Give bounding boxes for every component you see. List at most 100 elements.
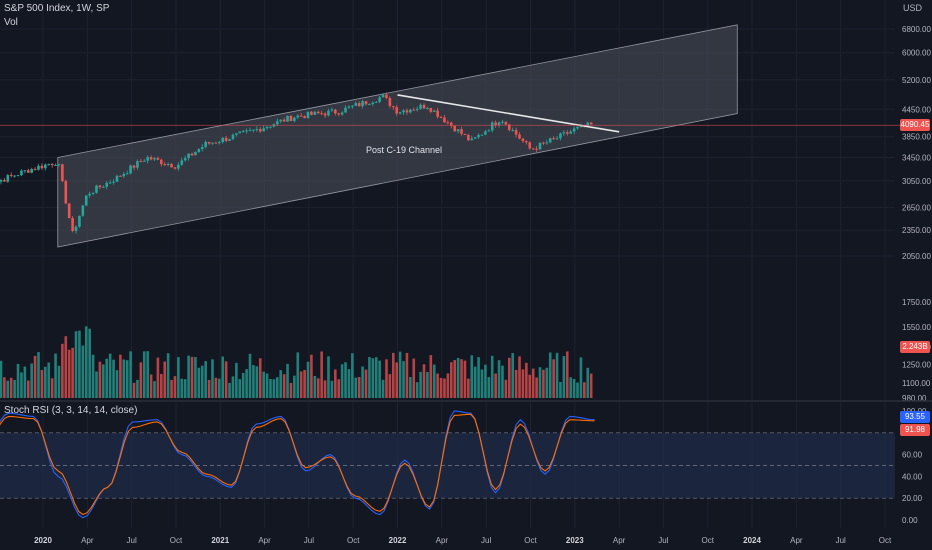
volume-bar xyxy=(40,369,44,398)
volume-bar xyxy=(576,382,579,398)
stoch-tick-label: 0.00 xyxy=(902,516,918,525)
candle-body xyxy=(204,141,207,147)
time-tick-label: Apr xyxy=(81,536,94,545)
volume-bar xyxy=(371,358,375,398)
volume-bars xyxy=(0,326,593,398)
volume-bar xyxy=(538,367,542,398)
volume-bar xyxy=(197,367,201,398)
candle-body xyxy=(456,129,460,132)
volume-bar xyxy=(132,382,136,398)
volume-bar xyxy=(262,371,265,398)
volume-bar xyxy=(449,362,453,398)
time-tick-label: Jul xyxy=(481,536,491,545)
candle-body xyxy=(548,138,552,143)
volume-bar xyxy=(398,351,402,398)
candle-body xyxy=(112,181,115,183)
volume-bar xyxy=(9,377,13,398)
candle-body xyxy=(480,134,484,136)
time-tick-label: Apr xyxy=(436,536,449,545)
volume-bar xyxy=(330,380,334,398)
volume-bar xyxy=(13,379,16,398)
volume-bar xyxy=(569,377,572,398)
candle-body xyxy=(313,111,317,115)
candle-body xyxy=(381,94,385,98)
volume-bar xyxy=(565,351,569,398)
candle-body xyxy=(23,170,27,172)
candle-body xyxy=(74,226,78,232)
candle-body xyxy=(105,182,109,187)
candle-body xyxy=(115,175,119,182)
candle-body xyxy=(258,129,262,132)
candle-body xyxy=(170,163,173,168)
candle-body xyxy=(200,146,204,150)
candle-body xyxy=(132,165,136,168)
stoch-d-tag: 91.98 xyxy=(900,424,930,436)
chart-canvas[interactable]: Post C-19 Channel 6800.00 6000.00 5200.00 44… xyxy=(0,0,932,550)
candle-body xyxy=(276,121,279,125)
time-tick-label: Jul xyxy=(836,536,846,545)
candle-body xyxy=(20,170,23,176)
volume-bar xyxy=(26,380,30,398)
candle-body xyxy=(108,182,112,184)
volume-bar xyxy=(177,357,180,398)
time-tick-label: Jul xyxy=(658,536,668,545)
volume-bar xyxy=(357,377,361,398)
candle-body xyxy=(293,117,296,122)
candle-body xyxy=(57,164,61,166)
volume-bar xyxy=(207,379,211,398)
candle-body xyxy=(177,164,180,169)
time-tick-label: Oct xyxy=(170,536,183,545)
candle-body xyxy=(330,109,334,111)
candle-body xyxy=(129,165,132,174)
candle-body xyxy=(13,175,16,177)
volume-bar xyxy=(194,357,197,398)
volume-bar xyxy=(160,373,163,398)
volume-bar xyxy=(521,369,525,398)
candle-body xyxy=(241,130,245,132)
volume-bar xyxy=(501,365,504,398)
candle-body xyxy=(248,130,252,132)
candle-body xyxy=(565,132,569,134)
volume-bar xyxy=(446,373,450,398)
candle-body xyxy=(166,163,170,165)
volume-bar xyxy=(224,361,228,398)
price-tick-label: 5200.00 xyxy=(902,76,931,85)
volume-bar xyxy=(0,360,3,398)
candle-body xyxy=(125,173,129,175)
volume-bar xyxy=(337,379,341,398)
candle-body xyxy=(98,185,102,188)
volume-bar xyxy=(419,371,422,398)
candle-body xyxy=(9,175,13,177)
candle-body xyxy=(494,122,497,126)
volume-bar xyxy=(91,354,95,398)
volume-bar xyxy=(344,362,347,398)
volume-bar xyxy=(340,364,344,398)
stoch-k-tag: 93.55 xyxy=(900,411,930,423)
candle-body xyxy=(426,107,429,109)
candle-body xyxy=(207,141,211,144)
time-tick-label: 2021 xyxy=(211,536,229,545)
candle-body xyxy=(50,164,54,166)
candle-body xyxy=(149,157,153,160)
volume-bar xyxy=(405,352,409,398)
candle-body xyxy=(180,160,184,165)
candle-body xyxy=(235,133,238,135)
candle-body xyxy=(521,138,525,142)
candle-body xyxy=(136,161,139,168)
candle-body xyxy=(327,110,330,116)
volume-bar xyxy=(84,326,88,398)
price-tick-label: 3850.00 xyxy=(902,133,931,142)
candle-body xyxy=(572,128,576,132)
volume-bar xyxy=(44,366,47,398)
volume-bar xyxy=(98,361,102,398)
volume-bar xyxy=(559,381,562,398)
volume-bar xyxy=(139,362,143,398)
candle-body xyxy=(385,94,388,99)
volume-bar xyxy=(95,371,98,398)
candle-body xyxy=(446,122,450,124)
candle-body xyxy=(422,104,426,109)
volume-bar xyxy=(50,378,54,398)
volume-bar xyxy=(323,380,327,398)
volume-bar xyxy=(313,376,317,398)
candle-body xyxy=(395,107,399,114)
